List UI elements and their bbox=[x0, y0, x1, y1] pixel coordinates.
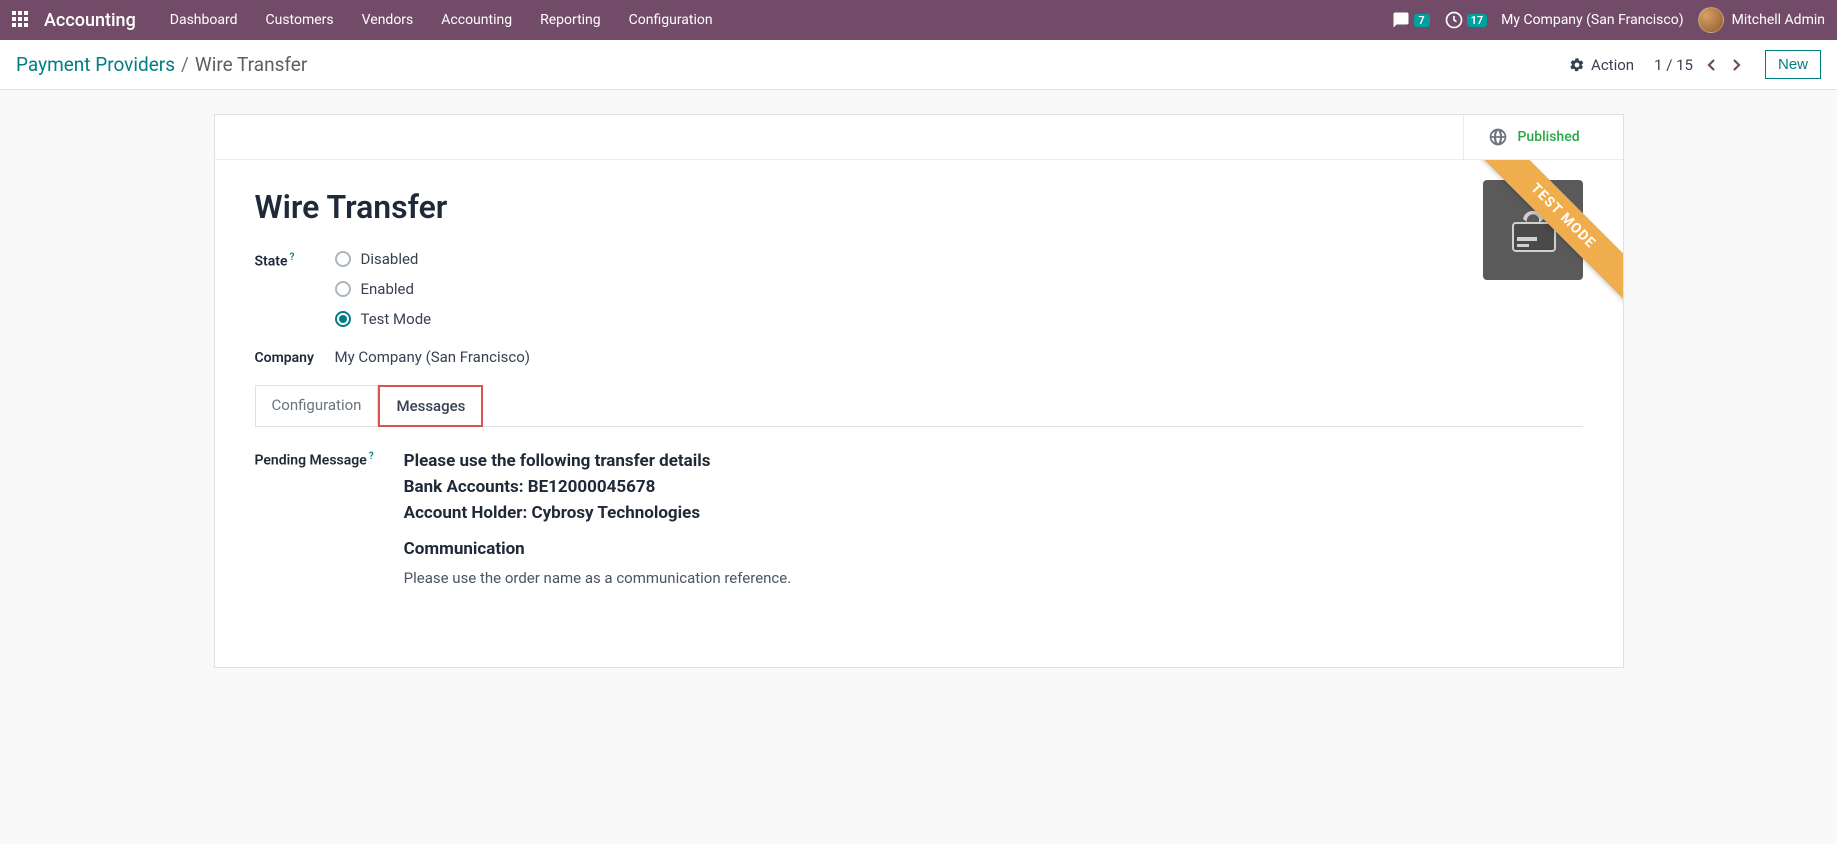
user-name: Mitchell Admin bbox=[1732, 12, 1825, 28]
form-sheet: Published TEST MODE Wire Transfer State? bbox=[214, 114, 1624, 668]
pager-prev[interactable] bbox=[1703, 56, 1721, 74]
chevron-left-icon bbox=[1707, 58, 1717, 72]
communication-heading: Communication bbox=[404, 539, 792, 559]
state-option-test[interactable]: Test Mode bbox=[335, 310, 432, 328]
breadcrumb-current: Wire Transfer bbox=[195, 53, 307, 76]
pending-line-2: Bank Accounts: BE12000045678 bbox=[404, 477, 792, 497]
app-brand[interactable]: Accounting bbox=[44, 10, 136, 31]
pending-help-icon[interactable]: ? bbox=[369, 451, 374, 462]
activities-badge: 17 bbox=[1467, 14, 1488, 27]
action-menu[interactable]: Action bbox=[1569, 56, 1634, 74]
gear-icon bbox=[1569, 57, 1585, 73]
breadcrumb: Payment Providers / Wire Transfer bbox=[16, 53, 307, 76]
state-label: State? bbox=[255, 250, 335, 270]
tabs: Configuration Messages bbox=[255, 384, 1583, 427]
apps-icon[interactable] bbox=[12, 11, 30, 29]
pending-message-label: Pending Message? bbox=[255, 451, 374, 469]
radio-label: Enabled bbox=[361, 280, 414, 298]
tab-configuration[interactable]: Configuration bbox=[255, 385, 379, 427]
avatar bbox=[1698, 7, 1724, 33]
breadcrumb-parent[interactable]: Payment Providers bbox=[16, 53, 175, 76]
state-option-enabled[interactable]: Enabled bbox=[335, 280, 432, 298]
globe-icon bbox=[1488, 127, 1508, 147]
radio-label: Disabled bbox=[361, 250, 419, 268]
state-radio-group: Disabled Enabled Test Mode bbox=[335, 250, 432, 328]
new-button[interactable]: New bbox=[1765, 50, 1821, 79]
company-label: Company bbox=[255, 348, 335, 366]
pager: 1 / 15 bbox=[1654, 56, 1745, 74]
pending-line-1: Please use the following transfer detail… bbox=[404, 451, 792, 471]
radio-icon bbox=[335, 281, 351, 297]
pager-value[interactable]: 1 / 15 bbox=[1654, 56, 1693, 74]
tab-messages[interactable]: Messages bbox=[378, 385, 483, 427]
state-help-icon[interactable]: ? bbox=[290, 252, 295, 263]
nav-accounting[interactable]: Accounting bbox=[427, 0, 526, 40]
provider-image[interactable] bbox=[1483, 180, 1583, 280]
nav-customers[interactable]: Customers bbox=[252, 0, 348, 40]
button-box: Published bbox=[215, 115, 1623, 160]
state-option-disabled[interactable]: Disabled bbox=[335, 250, 432, 268]
topbar: Accounting Dashboard Customers Vendors A… bbox=[0, 0, 1837, 40]
company-switcher[interactable]: My Company (San Francisco) bbox=[1501, 12, 1683, 28]
record-title[interactable]: Wire Transfer bbox=[255, 188, 1583, 226]
chevron-right-icon bbox=[1731, 58, 1741, 72]
radio-icon-checked bbox=[335, 311, 351, 327]
pending-line-3: Account Holder: Cybrosy Technologies bbox=[404, 503, 792, 523]
nav-vendors[interactable]: Vendors bbox=[348, 0, 428, 40]
radio-label: Test Mode bbox=[361, 310, 432, 328]
messaging-icon[interactable]: 7 bbox=[1391, 11, 1430, 29]
tab-content-messages: Pending Message? Please use the followin… bbox=[255, 427, 1583, 627]
radio-icon bbox=[335, 251, 351, 267]
breadcrumb-separator: / bbox=[181, 53, 189, 76]
user-menu[interactable]: Mitchell Admin bbox=[1698, 7, 1825, 33]
nav-dashboard[interactable]: Dashboard bbox=[156, 0, 252, 40]
publish-status: Published bbox=[1518, 129, 1580, 145]
nav-configuration[interactable]: Configuration bbox=[615, 0, 727, 40]
main-nav: Dashboard Customers Vendors Accounting R… bbox=[156, 0, 727, 40]
communication-text: Please use the order name as a communica… bbox=[404, 569, 792, 587]
nav-reporting[interactable]: Reporting bbox=[526, 0, 615, 40]
company-value[interactable]: My Company (San Francisco) bbox=[335, 348, 530, 366]
pending-message-body[interactable]: Please use the following transfer detail… bbox=[404, 451, 792, 587]
transfer-icon bbox=[1503, 205, 1563, 255]
pager-next[interactable] bbox=[1727, 56, 1745, 74]
activities-icon[interactable]: 17 bbox=[1444, 10, 1488, 30]
action-label: Action bbox=[1591, 56, 1634, 74]
messages-badge: 7 bbox=[1414, 14, 1430, 27]
control-bar: Payment Providers / Wire Transfer Action… bbox=[0, 40, 1837, 90]
publish-toggle[interactable]: Published bbox=[1463, 115, 1623, 159]
